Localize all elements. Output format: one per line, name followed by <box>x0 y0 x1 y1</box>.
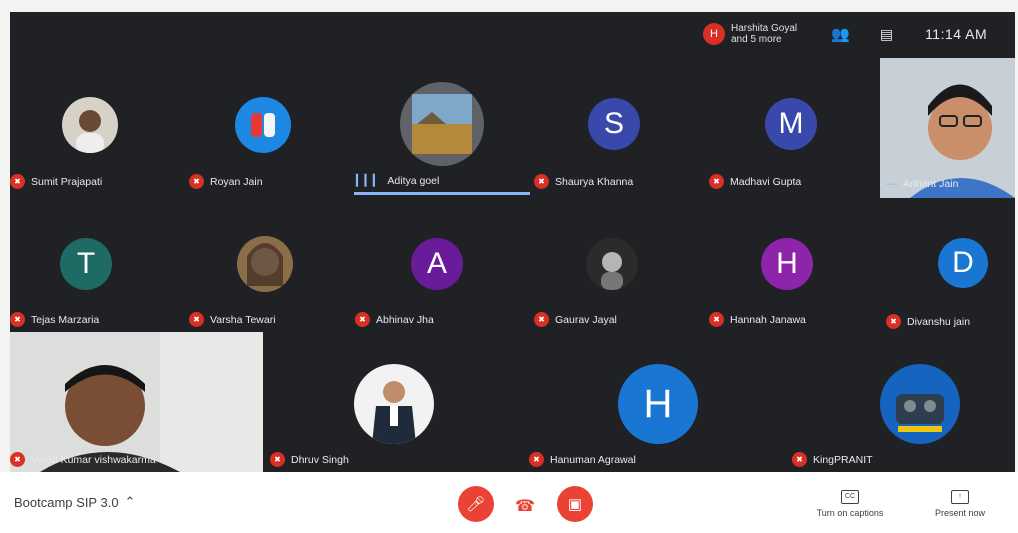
mic-off-icon: ✖ <box>709 312 724 327</box>
mic-off-icon: ✖ <box>10 174 25 189</box>
meeting-title: Bootcamp SIP 3.0 <box>14 494 119 510</box>
participant-tile[interactable]: H ✖ Hannah Janawa <box>705 212 880 332</box>
participant-video-tile[interactable]: — Arihant Jain <box>880 58 1015 198</box>
avatar: H <box>761 238 813 290</box>
participant-tile[interactable]: M ✖ Madhavi Gupta <box>705 72 880 212</box>
participant-name: Vinod Kumar vishwakarma <box>31 453 156 466</box>
mic-off-icon: ✖ <box>189 312 204 327</box>
person-video-icon <box>880 58 1015 198</box>
mic-off-icon: ✖ <box>10 312 25 327</box>
viewer-name: Harshita Goyal <box>731 23 798 34</box>
viewer-avatar: H <box>703 23 725 45</box>
participant-name: Varsha Tewari <box>210 313 276 326</box>
participant-tile[interactable]: ✖ KingPRANIT <box>792 332 1015 472</box>
participant-name: Abhinav Jha <box>376 313 434 326</box>
mic-off-icon: ✖ <box>10 452 25 467</box>
mic-off-icon: ✖ <box>189 174 204 189</box>
speaking-icon: ▎▎▎ <box>356 175 382 187</box>
participant-name: KingPRANIT <box>813 453 873 466</box>
avatar: H <box>618 364 698 444</box>
person-photo-icon <box>247 243 283 286</box>
participant-name: Shaurya Khanna <box>555 175 634 188</box>
participant-name: Royan Jain <box>210 175 263 188</box>
participant-tile[interactable]: H ✖ Hanuman Agrawal <box>525 332 785 472</box>
viewer-info: H Harshita Goyal and 5 more <box>703 23 797 45</box>
participant-tile[interactable]: D ✖ Divanshu jain <box>880 212 1015 332</box>
avatar <box>237 236 293 292</box>
participant-name: Arihant Jain <box>903 178 959 190</box>
participant-tile[interactable]: ✖ Sumit Prajapati <box>10 72 185 212</box>
mic-off-icon: 🎤︎ <box>466 496 486 513</box>
people-icon[interactable]: 👥 <box>831 25 850 43</box>
mic-off-icon: ✖ <box>709 174 724 189</box>
captions-label: Turn on captions <box>816 508 884 518</box>
speaking-icon: — <box>886 178 897 190</box>
participant-tile[interactable]: ▎▎▎ Aditya goel <box>350 72 530 212</box>
participant-name: Gaurav Jayal <box>555 313 617 326</box>
meeting-details-button[interactable]: Bootcamp SIP 3.0 ⌃ <box>14 494 135 510</box>
avatar: D <box>938 238 988 288</box>
avatar: S <box>588 98 640 150</box>
captions-icon: CC <box>841 490 859 504</box>
participant-name: Tejas Marzaria <box>31 313 100 326</box>
chat-icon[interactable]: ▤ <box>880 26 893 43</box>
avatar: M <box>765 98 817 150</box>
participant-video-tile[interactable]: ✖ Vinod Kumar vishwakarma <box>10 332 263 472</box>
participant-tile[interactable]: T ✖ Tejas Marzaria <box>10 212 185 332</box>
avatar <box>62 97 118 153</box>
mic-off-icon: ✖ <box>792 452 807 467</box>
mic-off-icon: ✖ <box>534 312 549 327</box>
avatar <box>586 238 638 290</box>
captions-button[interactable]: CC Turn on captions <box>810 490 890 518</box>
avatar <box>880 364 960 444</box>
mic-off-icon: ✖ <box>270 452 285 467</box>
hang-up-button[interactable]: ☎︎ <box>515 496 535 516</box>
participant-name: Dhruv Singh <box>291 453 349 466</box>
clock: 11:14 AM <box>925 26 988 42</box>
mic-toggle-button[interactable]: 🎤︎ <box>458 486 494 522</box>
camera-off-icon: ▣ <box>567 496 583 513</box>
avatar <box>235 97 291 153</box>
participant-name: Madhavi Gupta <box>730 175 802 188</box>
participant-name: Hanuman Agrawal <box>550 453 636 466</box>
landscape-photo-icon <box>412 94 472 154</box>
participant-tile[interactable]: ✖ Varsha Tewari <box>185 212 360 332</box>
meeting-grid: H Harshita Goyal and 5 more 👥 ▤ 11:14 AM… <box>10 12 1015 472</box>
avatar: A <box>411 238 463 290</box>
viewer-more: and 5 more <box>731 34 782 45</box>
participant-name: Sumit Prajapati <box>31 175 103 188</box>
participant-name: Divanshu jain <box>907 315 971 328</box>
person-photo-icon <box>76 110 104 153</box>
avatar: T <box>60 238 112 290</box>
participant-name: Hannah Janawa <box>730 313 806 326</box>
present-icon: ↑ <box>951 490 969 504</box>
bottom-toolbar: Bootcamp SIP 3.0 ⌃ 🎤︎ ☎︎ ▣ CC Turn on ca… <box>0 472 1018 533</box>
avatar <box>354 364 434 444</box>
mic-off-icon: ✖ <box>355 312 370 327</box>
mic-off-icon: ✖ <box>529 452 544 467</box>
chevron-up-icon: ⌃ <box>124 494 136 509</box>
participant-tile[interactable]: ✖ Gaurav Jayal <box>530 212 705 332</box>
avatar <box>400 82 484 166</box>
camera-toggle-button[interactable]: ▣ <box>557 486 593 522</box>
person-photo-icon <box>601 252 623 290</box>
present-now-button[interactable]: ↑ Present now <box>920 490 1000 518</box>
top-bar: H Harshita Goyal and 5 more 👥 ▤ 11:14 AM <box>685 12 1015 56</box>
speaking-indicator <box>354 192 530 195</box>
gaming-logo-icon <box>896 394 944 432</box>
present-label: Present now <box>934 508 986 518</box>
person-photo-icon <box>372 381 416 444</box>
participant-tile[interactable]: ✖ Royan Jain <box>185 72 360 212</box>
switch-logo-icon <box>251 113 275 137</box>
participant-tile[interactable]: S ✖ Shaurya Khanna <box>530 72 705 212</box>
person-video-icon <box>10 332 263 472</box>
participant-tile[interactable]: A ✖ Abhinav Jha <box>355 212 530 332</box>
participant-name: Aditya goel <box>387 174 440 187</box>
mic-off-icon: ✖ <box>886 314 901 329</box>
mic-off-icon: ✖ <box>534 174 549 189</box>
participant-tile[interactable]: ✖ Dhruv Singh <box>270 332 500 472</box>
